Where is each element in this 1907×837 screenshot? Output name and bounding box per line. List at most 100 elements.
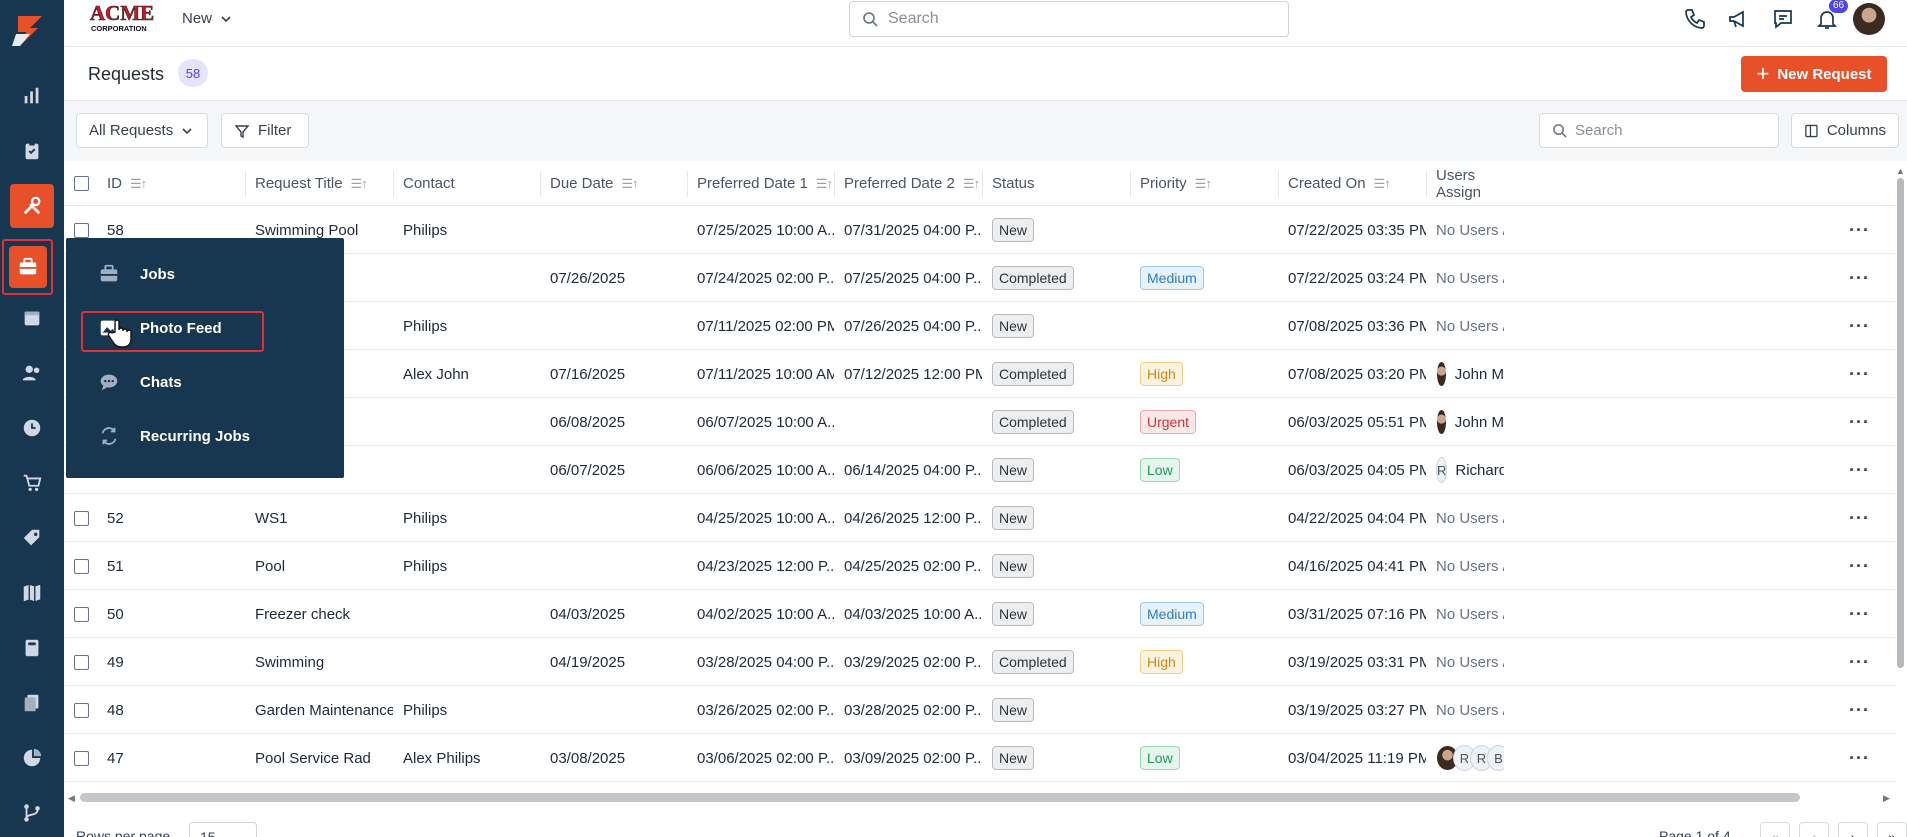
col-preferred-date-2-header[interactable]: Preferred Date 2 ☰↑ [834,161,982,206]
global-search[interactable] [849,1,1289,37]
col-created-on-header[interactable]: Created On ☰↑ [1278,161,1426,206]
checkbox[interactable] [74,176,89,191]
rows-per-page-select[interactable]: 15 [189,822,257,837]
more-icon[interactable]: ··· [1849,254,1870,302]
sort-icon[interactable]: ☰↑ [816,176,833,192]
table-row[interactable]: 49 Swimming 04/19/2025 03/28/2025 04:00 P..… [64,638,1896,686]
more-icon[interactable]: ··· [1849,206,1870,254]
col-id-header[interactable]: ID ☰↑ [97,161,245,206]
row-checkbox[interactable] [74,558,89,574]
cart-icon[interactable] [0,459,64,507]
sort-icon[interactable]: ☰↑ [1195,176,1212,192]
tools-icon[interactable] [0,182,64,230]
sort-icon[interactable]: ☰↑ [621,176,638,192]
new-request-button[interactable]: + New Request [1741,56,1887,92]
sort-icon[interactable]: ☰↑ [130,176,147,192]
brand-logo[interactable]: ACME CORPORATION [88,1,160,34]
briefcase-icon[interactable] [2,239,53,295]
col-due-date-header[interactable]: Due Date ☰↑ [540,161,687,206]
col-users-assigned-header[interactable]: Users Assign [1426,161,1504,206]
column-resizer[interactable] [245,171,246,197]
new-menu[interactable]: New [182,10,232,27]
more-icon[interactable]: ··· [1849,494,1870,542]
column-resizer[interactable] [1426,171,1427,197]
col-priority-header[interactable]: Priority ☰↑ [1130,161,1278,206]
view-select[interactable]: All Requests [76,113,208,148]
scroll-left-arrow[interactable]: ◀ [68,793,75,804]
sort-icon[interactable]: ☰↑ [351,176,368,192]
more-icon[interactable]: ··· [1849,638,1870,686]
clock-icon[interactable] [0,404,64,452]
row-checkbox[interactable] [74,654,89,670]
last-page-button[interactable]: » [1877,822,1907,837]
more-icon[interactable]: ··· [1849,446,1870,494]
flyout-item-chats[interactable]: Chats [66,356,344,408]
flyout-item-jobs[interactable]: Jobs [66,248,344,300]
megaphone-icon[interactable] [1717,0,1761,37]
more-icon[interactable]: ··· [1849,686,1870,734]
filter-button[interactable]: Filter [221,113,309,148]
scroll-right-arrow[interactable]: ▶ [1883,793,1890,804]
chat-icon[interactable] [1761,0,1805,37]
calendar-icon[interactable] [0,294,64,342]
row-checkbox[interactable] [74,606,89,622]
table-row[interactable]: 52 WS1 Philips 04/25/2025 10:00 A... 04/26/2… [64,494,1896,542]
column-resizer[interactable] [393,171,394,197]
row-checkbox[interactable] [74,750,89,766]
more-icon[interactable]: ··· [1849,350,1870,398]
column-resizer[interactable] [982,171,983,197]
col-request-title-header[interactable]: Request Title ☰↑ [245,161,393,206]
tag-icon[interactable] [0,514,64,562]
phone-icon[interactable] [1673,0,1717,37]
more-icon[interactable]: ··· [1849,302,1870,350]
map-icon[interactable] [0,569,64,617]
sort-icon[interactable]: ☰↑ [963,176,980,192]
column-resizer[interactable] [1130,171,1131,197]
scroll-up-arrow[interactable]: ▲ [1896,166,1905,176]
table-row[interactable]: 51 Pool Philips 04/23/2025 12:00 P... 04/25/… [64,542,1896,590]
more-icon[interactable]: ··· [1849,590,1870,638]
table-row[interactable]: 47 Pool Service Rad Alex Philips 03/08/2025… [64,734,1896,782]
column-resizer[interactable] [687,171,688,197]
table-row[interactable]: 50 Freezer check 04/03/2025 04/02/2025 10:0… [64,590,1896,638]
select-all-checkbox[interactable] [64,161,97,206]
columns-button[interactable]: Columns [1791,113,1899,148]
more-icon[interactable]: ··· [1849,734,1870,782]
table-search[interactable] [1539,113,1779,148]
reports-chart-icon[interactable] [0,72,64,120]
pie-chart-icon[interactable] [0,734,64,782]
documents-icon[interactable] [0,679,64,727]
flyout-item-recurring-jobs[interactable]: Recurring Jobs [66,410,344,462]
notification-badge: 66 [1829,0,1849,13]
bell-icon[interactable]: 66 [1805,0,1849,37]
column-resizer[interactable] [540,171,541,197]
prev-page-button[interactable]: ‹ [1799,822,1829,837]
global-search-input[interactable] [888,10,1268,28]
col-status-header[interactable]: Status [982,161,1130,206]
next-page-button[interactable]: › [1838,822,1868,837]
row-checkbox[interactable] [74,510,89,526]
logo-icon[interactable] [8,10,56,50]
users-icon[interactable] [0,349,64,397]
col-id-cell: 52 [97,494,245,542]
calculator-icon[interactable] [0,624,64,672]
sort-icon[interactable]: ☰↑ [1374,176,1391,192]
column-resizer[interactable] [834,171,835,197]
clipboard-icon[interactable] [0,127,64,175]
vertical-scrollbar[interactable] [1897,178,1904,668]
column-resizer[interactable] [1278,171,1279,197]
avatar[interactable] [1853,2,1885,35]
col-contact-header[interactable]: Contact [393,161,540,206]
horizontal-scrollbar[interactable] [80,793,1800,802]
col-preferred-date-1-header[interactable]: Preferred Date 1 ☰↑ [687,161,834,206]
col-priority-cell [1130,302,1278,350]
workflow-icon[interactable] [0,789,64,837]
more-icon[interactable]: ··· [1849,542,1870,590]
first-page-button[interactable]: « [1760,822,1790,837]
table-row[interactable]: 48 Garden Maintenance Philips 03/26/2025 02… [64,686,1896,734]
more-icon[interactable]: ··· [1849,398,1870,446]
row-checkbox[interactable] [74,702,89,718]
row-checkbox[interactable] [74,222,89,238]
table-search-input[interactable] [1575,122,1765,139]
col-contact-cell [393,590,540,638]
